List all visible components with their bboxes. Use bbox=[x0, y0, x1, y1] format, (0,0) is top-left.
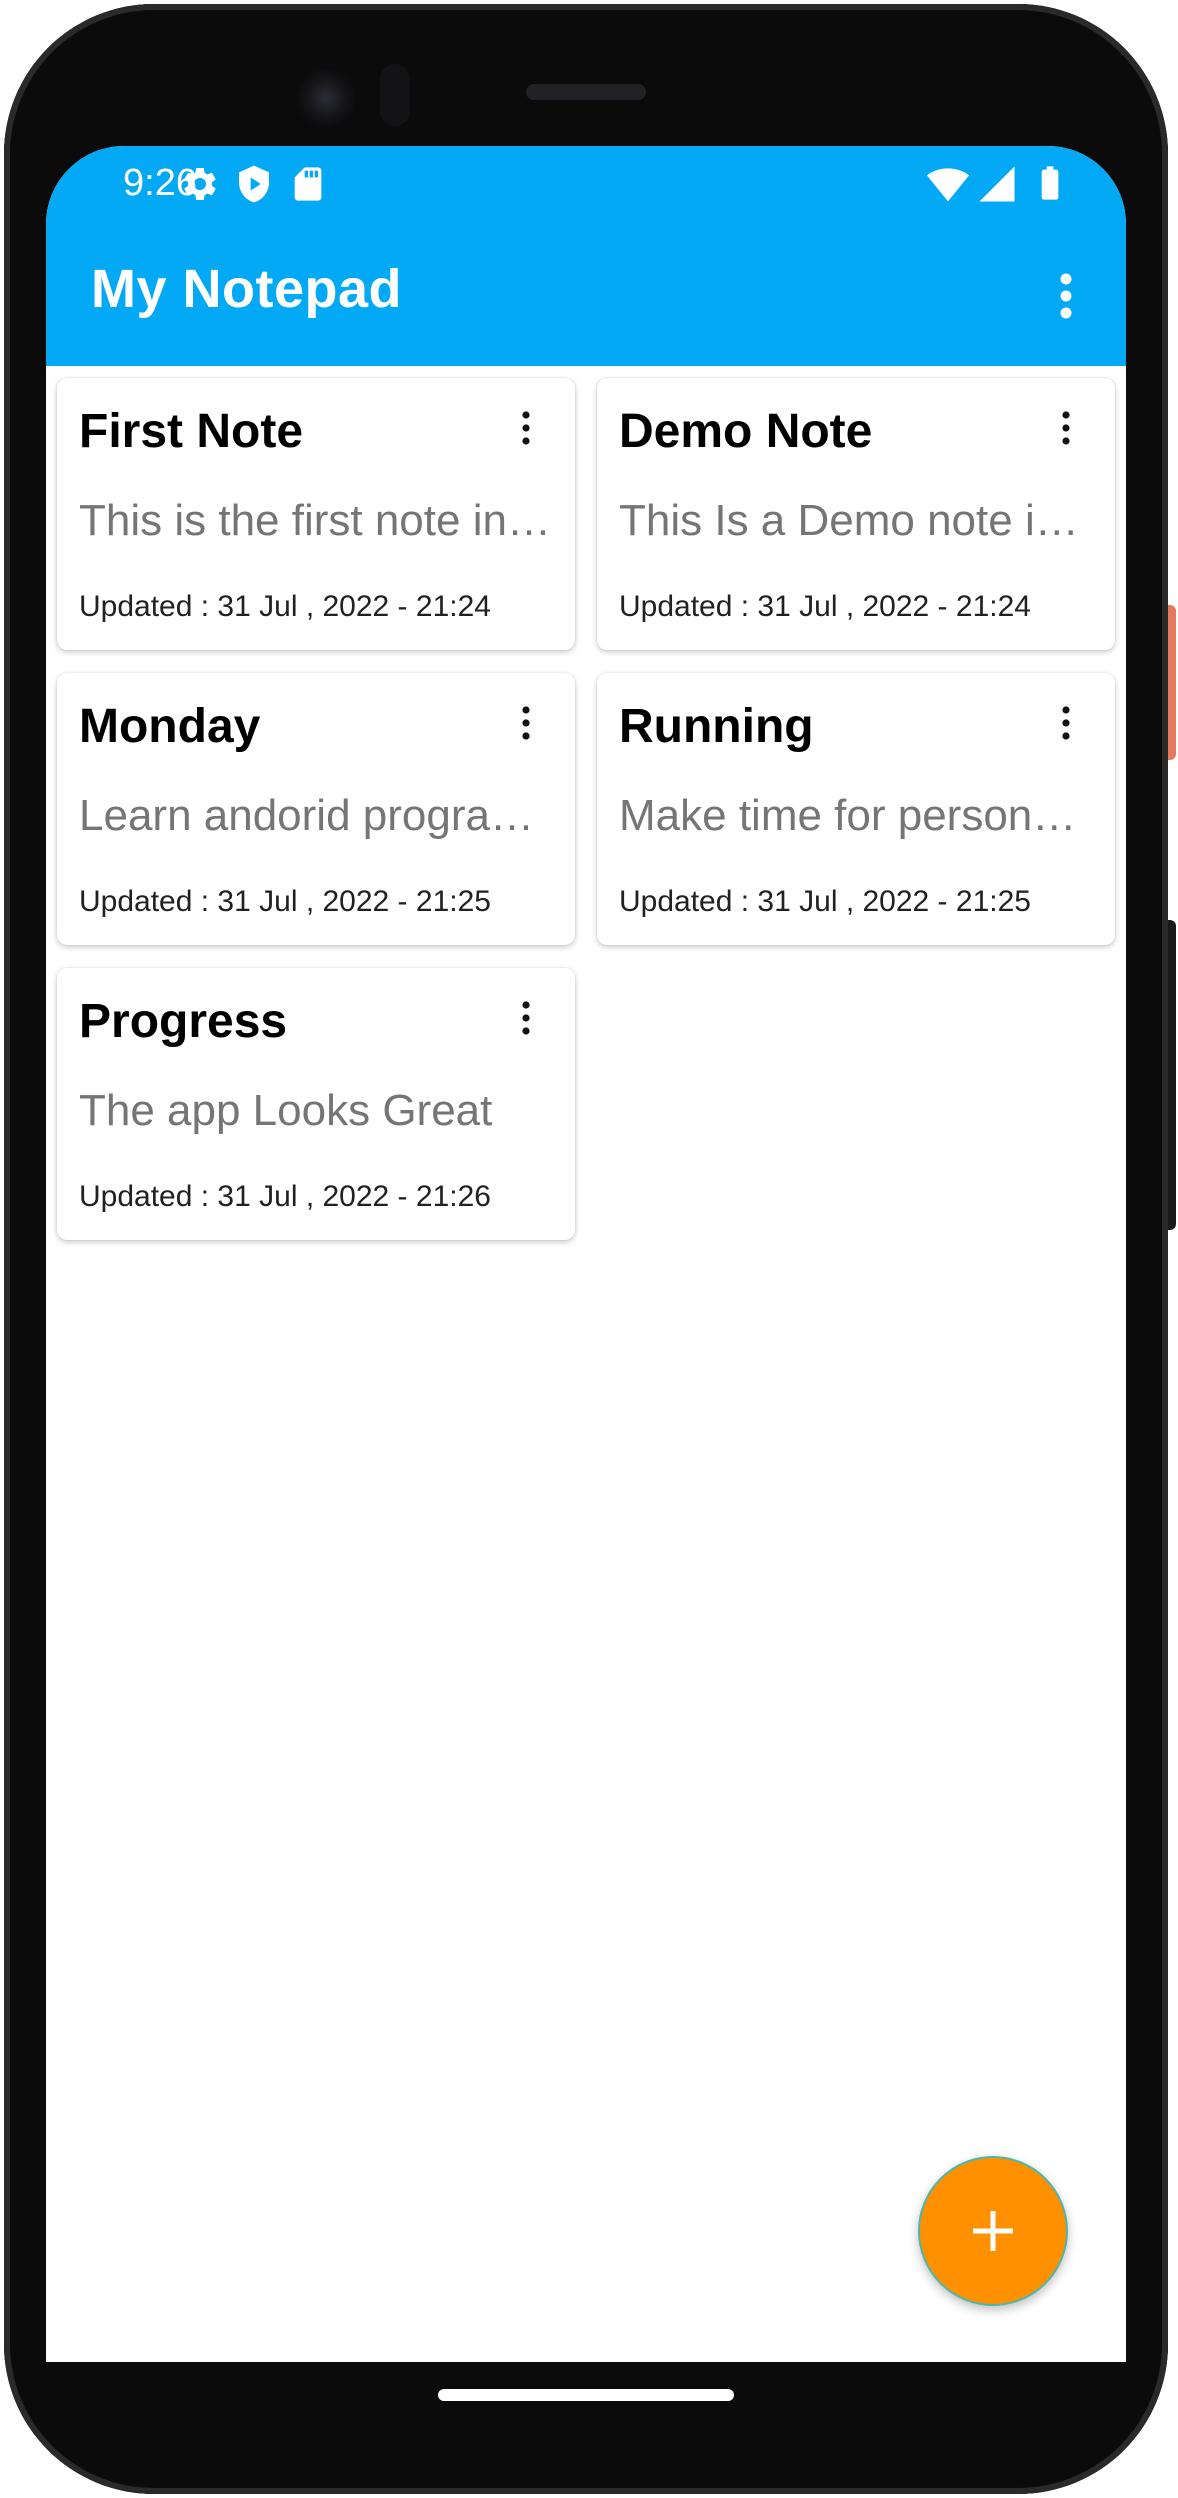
note-card[interactable]: Monday Learn andorid progra… Updated : 3… bbox=[57, 673, 575, 945]
note-card[interactable]: Running Make time for persona… Updated :… bbox=[597, 673, 1115, 945]
note-menu-button[interactable] bbox=[501, 400, 551, 456]
note-card[interactable]: Demo Note This Is a Demo note in… Update… bbox=[597, 378, 1115, 650]
note-menu-button[interactable] bbox=[1041, 400, 1091, 456]
note-title: Progress bbox=[79, 995, 288, 1048]
note-title: Demo Note bbox=[619, 405, 873, 458]
more-vert-icon bbox=[522, 1001, 530, 1035]
phone-device: 9:26 My Notepad First Note This is the f… bbox=[0, 0, 1178, 2498]
proximity-sensor bbox=[380, 64, 410, 126]
note-body: The app Looks Great bbox=[79, 1086, 493, 1135]
more-vert-icon bbox=[1060, 273, 1072, 319]
home-gesture-handle[interactable] bbox=[438, 2389, 734, 2401]
wifi-icon bbox=[926, 168, 970, 202]
note-body: This is the first note in … bbox=[79, 496, 553, 545]
sd-card-icon bbox=[294, 167, 322, 201]
note-menu-button[interactable] bbox=[1041, 695, 1091, 751]
note-card[interactable]: Progress The app Looks Great Updated : 3… bbox=[57, 968, 575, 1240]
more-vert-icon bbox=[522, 411, 530, 445]
note-title: First Note bbox=[79, 405, 304, 458]
shield-play-icon bbox=[239, 165, 269, 203]
overflow-menu-button[interactable] bbox=[1036, 256, 1096, 336]
note-title: Monday bbox=[79, 700, 261, 753]
more-vert-icon bbox=[522, 706, 530, 740]
add-note-button[interactable] bbox=[918, 2156, 1068, 2306]
note-updated: Updated : 31 Jul , 2022 - 21:25 bbox=[619, 885, 1031, 918]
front-camera bbox=[296, 68, 356, 128]
note-updated: Updated : 31 Jul , 2022 - 21:25 bbox=[79, 885, 491, 918]
note-body: This Is a Demo note in… bbox=[619, 496, 1093, 545]
earpiece-speaker bbox=[526, 84, 646, 100]
note-menu-button[interactable] bbox=[501, 990, 551, 1046]
status-bar: 9:26 bbox=[46, 146, 1126, 218]
app-bar: 9:26 My Notepad bbox=[46, 146, 1126, 366]
note-menu-button[interactable] bbox=[501, 695, 551, 751]
more-vert-icon bbox=[1062, 706, 1070, 740]
note-updated: Updated : 31 Jul , 2022 - 21:26 bbox=[79, 1180, 491, 1213]
screen: 9:26 My Notepad First Note This is the f… bbox=[46, 146, 1126, 2362]
more-vert-icon bbox=[1062, 411, 1070, 445]
cell-signal-icon bbox=[979, 166, 1015, 202]
note-updated: Updated : 31 Jul , 2022 - 21:24 bbox=[619, 590, 1031, 623]
note-card[interactable]: First Note This is the first note in … U… bbox=[57, 378, 575, 650]
settings-icon bbox=[184, 167, 216, 200]
note-title: Running bbox=[619, 700, 814, 753]
note-updated: Updated : 31 Jul , 2022 - 21:24 bbox=[79, 590, 491, 623]
toolbar-title: My Notepad bbox=[91, 259, 403, 319]
plus-icon bbox=[973, 2211, 1013, 2251]
note-body: Make time for persona… bbox=[619, 791, 1093, 840]
battery-icon bbox=[1041, 166, 1059, 200]
note-body: Learn andorid progra… bbox=[79, 791, 534, 840]
